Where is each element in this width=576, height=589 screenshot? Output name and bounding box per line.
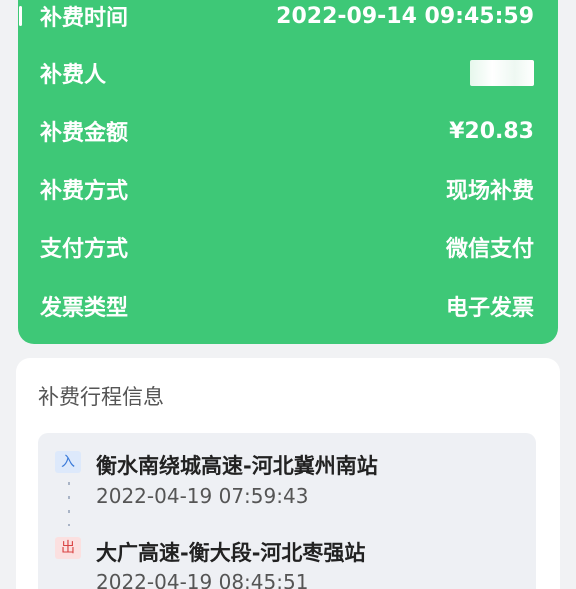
- row-value: ¥20.83: [449, 118, 534, 144]
- row-payment-method: 补费方式 现场补费: [40, 169, 534, 209]
- accent-bar: [19, 6, 22, 26]
- row-label: 发票类型: [40, 296, 129, 321]
- payer-name-redacted: [470, 60, 534, 86]
- trip-section-title: 补费行程信息: [38, 385, 164, 409]
- row-payment-time: 补费时间 2022-09-14 09:45:59: [40, 0, 534, 36]
- payment-detail-page: 补费时间 2022-09-14 09:45:59 补费人 补费金额 ¥20.83…: [0, 0, 576, 589]
- route-connector: [68, 482, 70, 526]
- entry-station: 衡水南绕城高速-河北冀州南站: [96, 454, 378, 478]
- row-value: 微信支付: [445, 237, 534, 262]
- row-label: 补费方式: [40, 179, 129, 204]
- row-amount: 补费金额 ¥20.83: [40, 111, 534, 151]
- row-value: 2022-09-14 09:45:59: [276, 3, 534, 29]
- row-label: 补费金额: [40, 121, 129, 146]
- row-label: 支付方式: [40, 237, 129, 262]
- entry-badge: 入: [55, 451, 81, 473]
- row-value: 现场补费: [445, 179, 534, 204]
- exit-station: 大广高速-衡大段-河北枣强站: [96, 541, 366, 565]
- exit-badge: 出: [55, 537, 81, 559]
- row-label: 补费时间: [40, 6, 129, 31]
- entry-time: 2022-04-19 07:59:43: [96, 484, 309, 508]
- row-payer: 补费人: [40, 53, 534, 93]
- row-label: 补费人: [40, 63, 107, 88]
- exit-time: 2022-04-19 08:45:51: [96, 570, 309, 589]
- row-invoice-type: 发票类型 电子发票: [40, 286, 534, 326]
- row-value: 电子发票: [445, 296, 534, 321]
- row-pay-channel: 支付方式 微信支付: [40, 227, 534, 267]
